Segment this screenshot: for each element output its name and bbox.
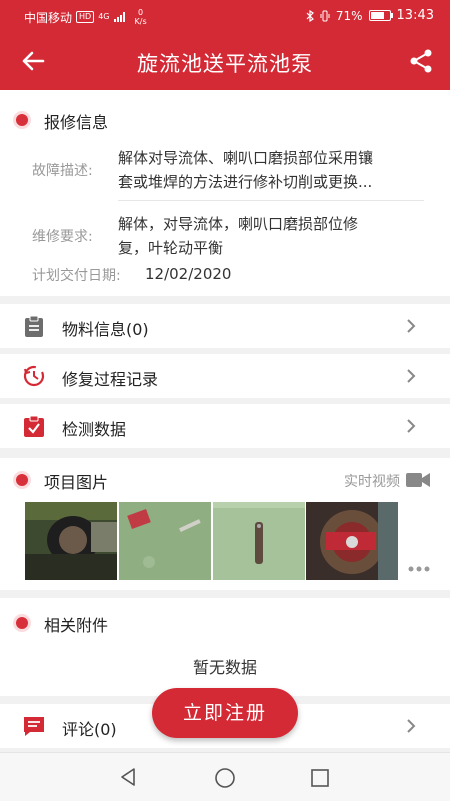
- chevron-right-icon: [407, 319, 416, 333]
- divider: [118, 200, 424, 201]
- video-camera-icon[interactable]: [406, 472, 430, 488]
- section-marker: [16, 474, 28, 486]
- nav-recents-icon[interactable]: [310, 768, 330, 788]
- empty-state-text: 暂无数据: [192, 658, 257, 677]
- repair-process-row[interactable]: 修复过程记录: [0, 354, 450, 398]
- nav-home-icon[interactable]: [214, 767, 236, 789]
- nav-back-icon[interactable]: [118, 767, 138, 787]
- material-info-row[interactable]: 物料信息(0): [0, 304, 450, 348]
- requirement-text-line2: 复，叶轮动平衡: [118, 239, 224, 257]
- attachments-title: 相关附件: [44, 616, 109, 635]
- repair-info-title: 报修信息: [44, 113, 109, 132]
- vibrate-icon: [320, 10, 330, 21]
- inspection-data-row[interactable]: 检测数据: [0, 404, 450, 448]
- chevron-right-icon: [407, 719, 416, 733]
- requirement-text-line1: 解体，对导流体，喇叭口磨损部位修: [118, 215, 359, 233]
- network-speed: 0 K/s: [134, 8, 147, 26]
- carrier-text: 中国移动: [24, 10, 73, 25]
- project-images-title: 项目图片: [44, 473, 109, 492]
- network-type: 4G: [98, 12, 110, 21]
- more-icon[interactable]: [408, 566, 430, 572]
- hd-badge: HD: [76, 11, 95, 23]
- delivery-date-value: 12/02/2020: [145, 265, 232, 283]
- repair-process-label: 修复过程记录: [62, 370, 159, 389]
- fault-label: 故障描述:: [32, 163, 93, 179]
- status-bar: 中国移动 HD 4G 0 K/s 71% 13:43: [0, 0, 450, 32]
- comment-label: 评论(0): [62, 720, 117, 739]
- project-photo-2[interactable]: [119, 502, 211, 580]
- inspection-data-label: 检测数据: [62, 420, 127, 439]
- section-marker: [16, 114, 28, 126]
- chevron-right-icon: [407, 419, 416, 433]
- checklist-icon: [24, 415, 44, 437]
- register-now-button[interactable]: 立即注册: [152, 688, 298, 738]
- app-bar: 旋流池送平流池泵: [0, 32, 450, 90]
- attachments-card: 相关附件 暂无数据: [0, 598, 450, 696]
- bluetooth-icon: [306, 9, 314, 22]
- clipboard-icon: [25, 315, 43, 337]
- requirement-label: 维修要求:: [32, 229, 93, 245]
- signal-icon: [113, 12, 125, 22]
- fault-text-line2: 套或堆焊的方法进行修补切削或更换...: [118, 173, 373, 191]
- battery-percent: 71%: [335, 8, 363, 23]
- delivery-date-label: 计划交付日期:: [32, 268, 121, 284]
- project-photo-3[interactable]: [213, 502, 305, 580]
- project-photo-1[interactable]: [25, 502, 117, 580]
- comment-icon: [24, 717, 44, 736]
- share-icon[interactable]: [406, 46, 436, 76]
- live-video-link[interactable]: 实时视频: [344, 471, 400, 491]
- section-marker: [16, 617, 28, 629]
- fault-text-line1: 解体对导流体、喇叭口磨损部位采用镶: [118, 149, 374, 167]
- battery-icon: [368, 10, 393, 21]
- page-title: 旋流池送平流池泵: [137, 52, 313, 76]
- chevron-right-icon: [407, 369, 416, 383]
- history-icon: [23, 365, 45, 387]
- repair-info-card: 报修信息 故障描述: 解体对导流体、喇叭口磨损部位采用镶 套或堆焊的方法进行修补…: [0, 90, 450, 296]
- material-info-label: 物料信息(0): [62, 320, 149, 339]
- clock: 13:43: [396, 8, 434, 23]
- system-nav-bar: [0, 752, 450, 801]
- project-photo-4[interactable]: [306, 502, 398, 580]
